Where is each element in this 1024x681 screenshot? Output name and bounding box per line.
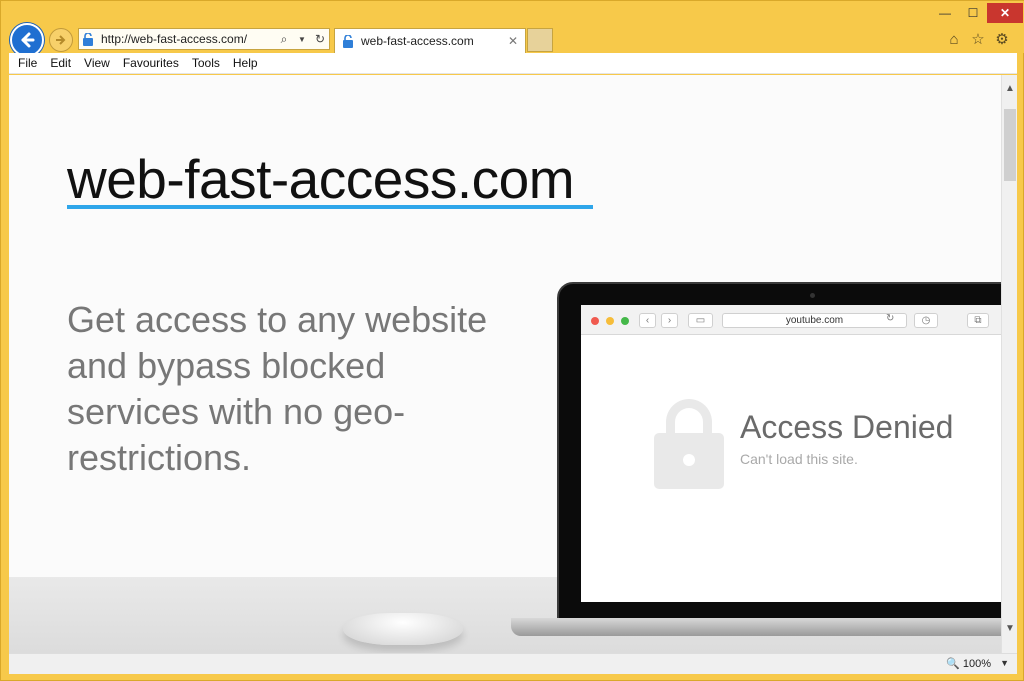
access-denied-title: Access Denied xyxy=(740,409,954,445)
menu-bar: File Edit View Favourites Tools Help xyxy=(9,53,1017,74)
mouse-illustration xyxy=(343,613,463,645)
mock-forward-icon: › xyxy=(661,313,678,328)
dropdown-arrow-icon[interactable]: ▼ xyxy=(293,30,311,48)
title-underline xyxy=(67,205,593,209)
menu-help[interactable]: Help xyxy=(233,56,258,70)
address-bar[interactable]: http://web-fast-access.com/ ⌕ ▼ ↻ xyxy=(78,28,330,50)
search-icon[interactable]: ⌕ xyxy=(275,30,293,48)
star-icon[interactable]: ☆ xyxy=(969,30,987,48)
tab-active[interactable]: web-fast-access.com ✕ xyxy=(334,28,526,53)
mock-browser-bar: ‹ › ▭ youtube.com ↻ ◷ ⧉ xyxy=(581,305,1001,335)
mock-sidebar-icon: ▭ xyxy=(688,313,713,328)
scroll-thumb[interactable] xyxy=(1004,109,1016,181)
mock-minimize-dot xyxy=(606,317,614,325)
laptop-screen: ‹ › ▭ youtube.com ↻ ◷ ⧉ Access Denied Ca… xyxy=(581,305,1001,602)
lock-icon xyxy=(654,399,724,489)
headline: Get access to any website and bypass blo… xyxy=(67,299,488,478)
mock-reload-icon: ↻ xyxy=(886,313,895,324)
site-title[interactable]: web-fast-access.com xyxy=(67,147,575,211)
tab-title: web-fast-access.com xyxy=(361,34,474,48)
gear-icon[interactable]: ⚙ xyxy=(993,30,1011,48)
back-button[interactable] xyxy=(10,23,44,57)
menu-tools[interactable]: Tools xyxy=(192,56,220,70)
zoom-level: 100% xyxy=(962,657,991,670)
mock-tabs-icon: ⧉ xyxy=(967,313,989,328)
address-url[interactable]: http://web-fast-access.com/ xyxy=(101,32,275,46)
laptop-base xyxy=(511,618,1001,636)
tab-lock-icon xyxy=(339,32,357,50)
arrow-right-icon xyxy=(56,35,66,45)
menu-edit[interactable]: Edit xyxy=(50,56,71,70)
browser-chrome: http://web-fast-access.com/ ⌕ ▼ ↻ web-fa… xyxy=(1,1,1024,57)
zoom-icon: 🔍 xyxy=(946,658,960,670)
mock-close-dot xyxy=(591,317,599,325)
scroll-down-icon[interactable]: ▼ xyxy=(1002,623,1018,637)
status-bar: 🔍 100% ▼ xyxy=(9,653,1017,674)
arrow-left-icon xyxy=(21,32,35,48)
access-denied-subtitle: Can't load this site. xyxy=(740,451,858,467)
browser-window: http://web-fast-access.com/ ⌕ ▼ ↻ web-fa… xyxy=(0,0,1024,681)
mock-back-icon: ‹ xyxy=(639,313,656,328)
menu-view[interactable]: View xyxy=(84,56,110,70)
zoom-control[interactable]: 🔍 100% xyxy=(946,657,991,671)
lock-keyhole xyxy=(683,454,695,466)
vertical-scrollbar[interactable]: ▲ ▼ xyxy=(1001,75,1017,653)
close-button[interactable]: ✕ xyxy=(987,3,1023,23)
zoom-dropdown-icon[interactable]: ▼ xyxy=(1000,658,1009,668)
tab-close-icon[interactable]: ✕ xyxy=(505,34,521,48)
maximize-button[interactable]: ☐ xyxy=(959,3,987,23)
mock-history-icon: ◷ xyxy=(914,313,938,328)
laptop-illustration: ‹ › ▭ youtube.com ↻ ◷ ⧉ Access Denied Ca… xyxy=(557,282,1001,622)
lock-icon xyxy=(79,30,97,48)
new-tab-button[interactable] xyxy=(527,28,553,52)
home-icon[interactable]: ⌂ xyxy=(945,30,963,48)
minimize-button[interactable]: — xyxy=(931,3,959,23)
mock-url: youtube.com xyxy=(722,313,907,328)
menu-favourites[interactable]: Favourites xyxy=(123,56,179,70)
laptop-camera xyxy=(810,293,815,298)
menu-file[interactable]: File xyxy=(18,56,37,70)
mock-zoom-dot xyxy=(621,317,629,325)
page-content: web-fast-access.com Get access to any we… xyxy=(9,75,1001,653)
forward-button[interactable] xyxy=(49,28,73,52)
refresh-icon[interactable]: ↻ xyxy=(311,30,329,48)
scroll-up-icon[interactable]: ▲ xyxy=(1002,83,1018,97)
